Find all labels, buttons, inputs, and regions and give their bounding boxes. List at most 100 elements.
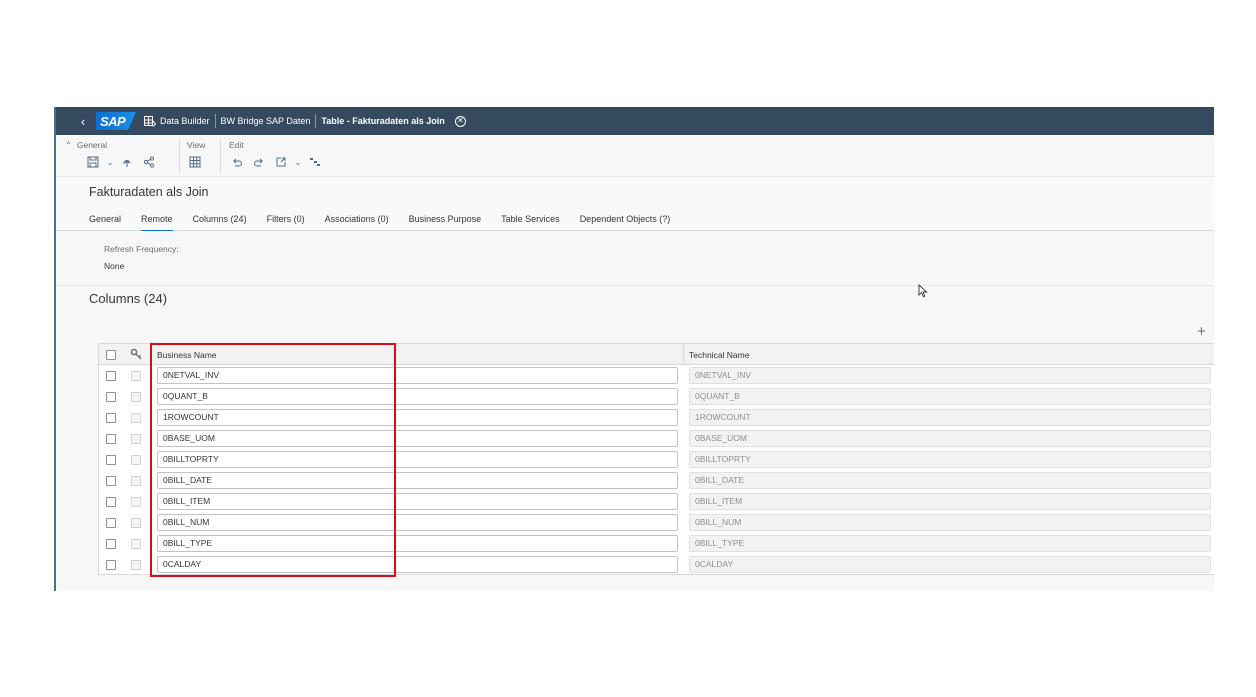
row-checkbox[interactable] bbox=[106, 413, 116, 423]
breadcrumb-space[interactable]: BW Bridge SAP Daten bbox=[221, 116, 311, 126]
business-name-input[interactable]: 0CALDAY bbox=[157, 556, 678, 573]
business-name-input[interactable]: 0BILL_TYPE bbox=[157, 535, 678, 552]
table-row[interactable]: 0QUANT_B 0QUANT_B bbox=[99, 386, 1214, 407]
columns-table: Business Name Technical Name 0NETVAL_INV… bbox=[98, 343, 1214, 575]
toolbar-divider bbox=[220, 139, 221, 173]
row-checkbox[interactable] bbox=[106, 560, 116, 570]
column-divider bbox=[683, 344, 684, 365]
technical-name-input: 0BILL_TYPE bbox=[689, 535, 1211, 552]
key-checkbox[interactable] bbox=[131, 371, 141, 381]
redo-icon[interactable] bbox=[251, 155, 267, 169]
plus-icon[interactable]: + bbox=[1197, 324, 1206, 339]
business-name-input[interactable]: 0NETVAL_INV bbox=[157, 367, 678, 384]
business-name-input[interactable]: 0BILL_DATE bbox=[157, 472, 678, 489]
table-row[interactable]: 0BILL_DATE 0BILL_DATE bbox=[99, 470, 1214, 491]
data-builder-icon bbox=[144, 115, 156, 127]
tab-filters[interactable]: Filters (0) bbox=[267, 214, 305, 232]
save-icon[interactable] bbox=[85, 155, 101, 169]
technical-name-input: 0BASE_UOM bbox=[689, 430, 1211, 447]
impact-lineage-icon[interactable] bbox=[307, 155, 323, 169]
tab-bar: General Remote Columns (24) Filters (0) … bbox=[89, 214, 670, 232]
business-name-input[interactable]: 0BILLTOPRTY bbox=[157, 451, 678, 468]
row-checkbox[interactable] bbox=[106, 455, 116, 465]
toolbar-group-general: ⌃ General ⌄ bbox=[65, 139, 157, 174]
key-checkbox[interactable] bbox=[131, 560, 141, 570]
row-checkbox[interactable] bbox=[106, 371, 116, 381]
business-name-input[interactable]: 0QUANT_B bbox=[157, 388, 678, 405]
key-checkbox[interactable] bbox=[131, 434, 141, 444]
breadcrumb-data-builder[interactable]: Data Builder bbox=[160, 116, 210, 126]
row-checkbox[interactable] bbox=[106, 497, 116, 507]
columns-section: Columns (24) + Business Name Technical N… bbox=[56, 286, 1214, 591]
table-row[interactable]: 0BILL_NUM 0BILL_NUM bbox=[99, 512, 1214, 533]
header-business-name[interactable]: Business Name bbox=[157, 350, 217, 360]
business-name-input[interactable]: 0BILL_ITEM bbox=[157, 493, 678, 510]
tab-table-services[interactable]: Table Services bbox=[501, 214, 560, 232]
key-checkbox[interactable] bbox=[131, 539, 141, 549]
share-icon[interactable] bbox=[141, 155, 157, 169]
toolbar-divider bbox=[179, 139, 180, 173]
app-window: ‹ SAP Data Builder BW Bridge SAP Daten T… bbox=[54, 107, 1214, 591]
table-row[interactable]: 0BASE_UOM 0BASE_UOM bbox=[99, 428, 1214, 449]
tab-remote[interactable]: Remote bbox=[141, 214, 173, 232]
tab-dependent-objects[interactable]: Dependent Objects (?) bbox=[580, 214, 671, 232]
collapse-icon[interactable]: ⌃ bbox=[65, 140, 72, 150]
business-name-input[interactable]: 0BASE_UOM bbox=[157, 430, 678, 447]
deploy-icon[interactable] bbox=[119, 155, 135, 169]
business-name-input[interactable]: 1ROWCOUNT bbox=[157, 409, 678, 426]
chevron-left-icon[interactable]: ‹ bbox=[76, 114, 90, 129]
mouse-cursor-icon bbox=[918, 284, 928, 298]
remote-section: Refresh Frequency: None bbox=[56, 231, 1214, 286]
key-checkbox[interactable] bbox=[131, 392, 141, 402]
row-checkbox[interactable] bbox=[106, 392, 116, 402]
breadcrumb: Data Builder BW Bridge SAP Daten Table -… bbox=[144, 107, 466, 135]
toolbar-group-view: View bbox=[187, 139, 205, 174]
key-checkbox[interactable] bbox=[131, 518, 141, 528]
key-checkbox[interactable] bbox=[131, 476, 141, 486]
technical-name-input: 1ROWCOUNT bbox=[689, 409, 1211, 426]
row-checkbox[interactable] bbox=[106, 518, 116, 528]
table-row[interactable]: 0BILLTOPRTY 0BILLTOPRTY bbox=[99, 449, 1214, 470]
breadcrumb-current: Table - Fakturadaten als Join bbox=[321, 116, 445, 126]
technical-name-input: 0CALDAY bbox=[689, 556, 1211, 573]
technical-name-input: 0BILL_DATE bbox=[689, 472, 1211, 489]
technical-name-input: 0BILLTOPRTY bbox=[689, 451, 1211, 468]
table-row[interactable]: 0BILL_ITEM 0BILL_ITEM bbox=[99, 491, 1214, 512]
tab-columns[interactable]: Columns (24) bbox=[193, 214, 247, 232]
chevron-down-icon[interactable]: ⌄ bbox=[106, 155, 113, 169]
tab-associations[interactable]: Associations (0) bbox=[325, 214, 389, 232]
technical-name-input: 0NETVAL_INV bbox=[689, 367, 1211, 384]
object-header: Fakturadaten als Join General Remote Col… bbox=[56, 176, 1214, 232]
row-checkbox[interactable] bbox=[106, 539, 116, 549]
chevron-down-icon[interactable]: ⌄ bbox=[294, 155, 301, 169]
key-checkbox[interactable] bbox=[131, 455, 141, 465]
technical-name-input: 0QUANT_B bbox=[689, 388, 1211, 405]
table-row[interactable]: 1ROWCOUNT 1ROWCOUNT bbox=[99, 407, 1214, 428]
select-all-checkbox[interactable] bbox=[106, 350, 116, 360]
export-icon[interactable] bbox=[273, 155, 289, 169]
key-checkbox[interactable] bbox=[131, 413, 141, 423]
shell-bar: ‹ SAP Data Builder BW Bridge SAP Daten T… bbox=[56, 107, 1214, 135]
refresh-frequency-label: Refresh Frequency: bbox=[104, 244, 179, 254]
table-row[interactable]: 0NETVAL_INV 0NETVAL_INV bbox=[99, 365, 1214, 386]
toolbar-group-edit: Edit ⌄ bbox=[229, 139, 323, 174]
breadcrumb-separator bbox=[214, 114, 216, 128]
header-technical-name[interactable]: Technical Name bbox=[689, 350, 749, 360]
toolbar-group-label: View bbox=[187, 140, 206, 150]
tab-general[interactable]: General bbox=[89, 214, 121, 232]
table-view-icon[interactable] bbox=[187, 155, 203, 169]
close-circle-icon[interactable]: ✕ bbox=[454, 115, 466, 127]
key-checkbox[interactable] bbox=[131, 497, 141, 507]
key-icon bbox=[130, 348, 142, 360]
table-row[interactable]: 0CALDAY 0CALDAY bbox=[99, 554, 1214, 575]
column-divider bbox=[151, 344, 152, 365]
table-header: Business Name Technical Name bbox=[99, 344, 1214, 365]
toolbar-group-label[interactable]: ⌃ General bbox=[65, 139, 157, 151]
row-checkbox[interactable] bbox=[106, 434, 116, 444]
business-name-input[interactable]: 0BILL_NUM bbox=[157, 514, 678, 531]
table-row[interactable]: 0BILL_TYPE 0BILL_TYPE bbox=[99, 533, 1214, 554]
undo-icon[interactable] bbox=[229, 155, 245, 169]
sap-logo[interactable]: SAP bbox=[96, 112, 136, 130]
tab-business-purpose[interactable]: Business Purpose bbox=[409, 214, 482, 232]
row-checkbox[interactable] bbox=[106, 476, 116, 486]
